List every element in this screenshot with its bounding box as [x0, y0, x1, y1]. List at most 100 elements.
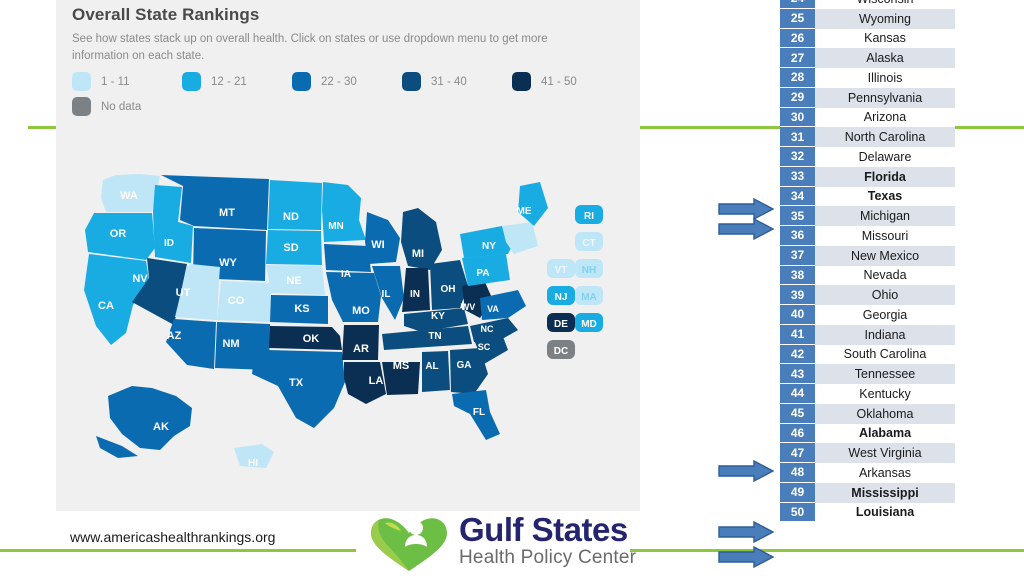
state-chip-VT[interactable]: VT: [547, 259, 575, 278]
table-row[interactable]: 49 Mississippi: [780, 482, 955, 503]
state-label-GA: GA: [457, 360, 472, 371]
rank-state-name: Arizona: [815, 107, 955, 128]
state-label-WV: WV: [461, 302, 476, 312]
table-row[interactable]: 35 Michigan: [780, 206, 955, 226]
table-row[interactable]: 33 Florida: [780, 166, 955, 187]
map-svg[interactable]: WA OR CA NV ID MT WY UT CO AZ NM ND SD N…: [56, 150, 640, 505]
state-chip-RI[interactable]: RI: [575, 205, 603, 224]
legend-item-41-50: 41 - 50: [512, 72, 577, 91]
rank-number: 25: [780, 8, 815, 29]
table-row[interactable]: 39 Ohio: [780, 285, 955, 305]
table-row[interactable]: 40 Georgia: [780, 305, 955, 325]
table-row[interactable]: 27 Alaska: [780, 48, 955, 68]
rank-state-name: Tennessee: [815, 364, 955, 384]
rank-number: 29: [780, 87, 815, 108]
state-label-HI: HI: [248, 458, 258, 469]
rank-number: 30: [780, 107, 815, 128]
state-label-SD: SD: [283, 242, 298, 254]
table-row[interactable]: 24Wisconsin: [780, 0, 955, 9]
table-row[interactable]: 50 Louisiana: [780, 502, 955, 523]
us-choropleth-map[interactable]: WA OR CA NV ID MT WY UT CO AZ NM ND SD N…: [56, 150, 640, 505]
state-chip-label-CT: CT: [582, 238, 595, 249]
state-shape-CO[interactable]: [217, 281, 272, 322]
rank-number: 35: [780, 206, 815, 226]
rank-number: 34: [780, 186, 815, 207]
logo-title: Gulf States: [459, 511, 628, 548]
rank-number: 41: [780, 324, 815, 345]
table-row[interactable]: 36 Missouri: [780, 226, 955, 246]
rank-number: 44: [780, 384, 815, 404]
state-chip-label-RI: RI: [584, 211, 594, 222]
state-chip-MA[interactable]: MA: [575, 286, 603, 305]
state-shape-NC[interactable]: [470, 318, 518, 342]
legend-item-1-11: 1 - 11: [72, 72, 170, 91]
state-label-ND: ND: [283, 211, 299, 223]
rank-number: 40: [780, 305, 815, 325]
state-label-IN: IN: [410, 289, 420, 300]
state-shape-WI[interactable]: [365, 212, 400, 264]
state-rankings-table[interactable]: 24Wisconsin25Wyoming26Kansas27Alaska28Il…: [780, 0, 955, 523]
state-shape-AK[interactable]: [96, 386, 192, 458]
table-row[interactable]: 38 Nevada: [780, 265, 955, 286]
state-label-WA: WA: [120, 190, 138, 202]
legend-item-22-30: 22 - 30: [292, 72, 390, 91]
state-label-OH: OH: [441, 284, 456, 295]
table-row[interactable]: 43 Tennessee: [780, 364, 955, 384]
legend-item-12-21: 12 - 21: [182, 72, 280, 91]
state-chip-label-NH: NH: [582, 265, 596, 276]
state-shape-MN[interactable]: [322, 182, 366, 242]
table-row[interactable]: 29 Pennsylvania: [780, 87, 955, 108]
table-row[interactable]: 41 Indiana: [780, 324, 955, 345]
state-chip-NH[interactable]: NH: [575, 259, 603, 278]
state-shape-AZ[interactable]: [166, 319, 216, 369]
legend-label-41-50: 41 - 50: [541, 75, 577, 88]
table-row[interactable]: 25 Wyoming: [780, 8, 955, 29]
state-label-MO: MO: [352, 305, 370, 317]
table-row[interactable]: 44 Kentucky: [780, 384, 955, 404]
arrow-michigan: [718, 217, 775, 245]
gulf-states-logo-mark: [365, 513, 453, 580]
table-row[interactable]: 37 New Mexico: [780, 245, 955, 266]
state-chip-MD[interactable]: MD: [575, 313, 603, 332]
state-label-VA: VA: [487, 304, 499, 314]
arrow-louisiana: [718, 545, 775, 573]
rank-state-name: South Carolina: [815, 344, 955, 365]
state-label-FL: FL: [473, 407, 485, 418]
table-row[interactable]: 45 Oklahoma: [780, 403, 955, 424]
state-chip-DE[interactable]: DE: [547, 313, 575, 332]
state-chip-CT[interactable]: CT: [575, 232, 603, 251]
legend-swatch-31-40: [402, 72, 421, 91]
rank-state-name: Indiana: [815, 324, 955, 345]
rank-number: 31: [780, 127, 815, 147]
rank-number: 49: [780, 482, 815, 503]
state-label-PA: PA: [476, 268, 489, 279]
table-row[interactable]: 32 Delaware: [780, 147, 955, 167]
state-chip-DC[interactable]: DC: [547, 340, 575, 359]
rank-state-name: Nevada: [815, 265, 955, 286]
state-chip-label-DE: DE: [554, 319, 568, 330]
state-label-NY: NY: [482, 241, 496, 252]
table-row[interactable]: 28 Illinois: [780, 68, 955, 88]
state-shape-MI[interactable]: [401, 208, 442, 270]
table-row[interactable]: 46 Alabama: [780, 423, 955, 444]
source-url: www.americashealthrankings.org: [70, 529, 276, 545]
rank-state-name: Mississippi: [815, 482, 955, 503]
rank-state-name: Arkansas: [815, 463, 955, 483]
legend-label-31-40: 31 - 40: [431, 75, 467, 88]
state-shape-TX[interactable]: [252, 350, 345, 428]
state-shape-IA[interactable]: [324, 244, 371, 272]
table-row[interactable]: 42 South Carolina: [780, 344, 955, 365]
state-shape-ME[interactable]: [518, 182, 548, 226]
rank-state-name: Texas: [815, 186, 955, 207]
rank-state-name: Kansas: [815, 28, 955, 49]
table-row[interactable]: 47 West Virginia: [780, 443, 955, 463]
table-row[interactable]: 48 Arkansas: [780, 463, 955, 483]
table-row[interactable]: 31 North Carolina: [780, 127, 955, 147]
small-state-chip-group[interactable]: RI CT VT NH NJ MA DE MD DC: [547, 205, 603, 359]
state-chip-NJ[interactable]: NJ: [547, 286, 575, 305]
state-chip-label-NJ: NJ: [555, 292, 568, 303]
table-row[interactable]: 30 Arizona: [780, 107, 955, 128]
state-label-IL: IL: [382, 289, 391, 300]
table-row[interactable]: 26 Kansas: [780, 28, 955, 49]
table-row[interactable]: 34 Texas: [780, 186, 955, 207]
